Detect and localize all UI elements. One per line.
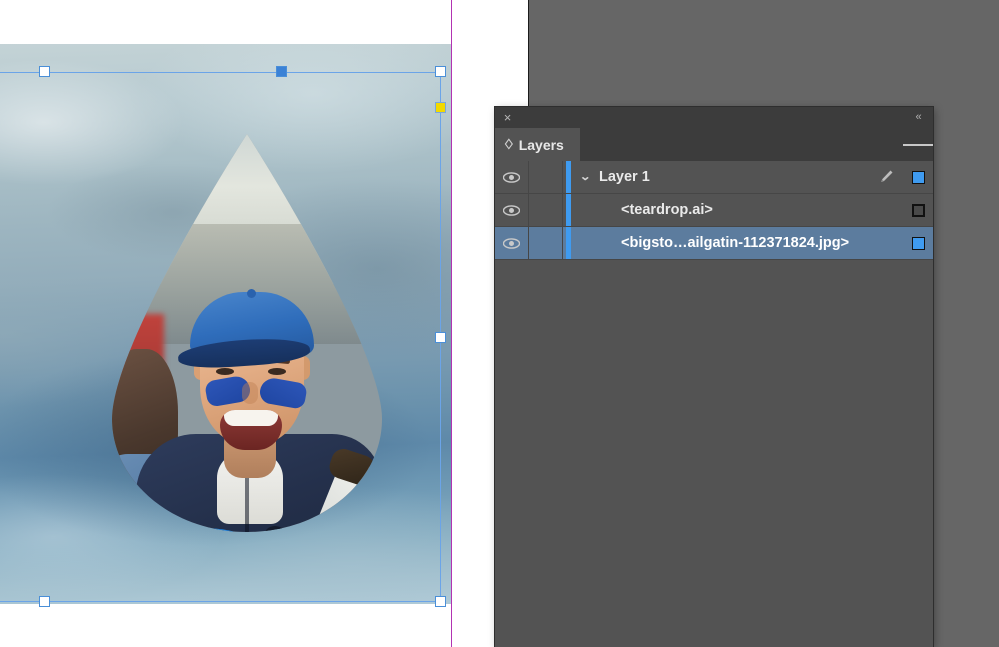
layer-target-button[interactable]	[869, 169, 903, 185]
layer-visibility-toggle[interactable]	[495, 227, 529, 259]
layer-name-label: <bigsto…ailgatin-112371824.jpg>	[621, 235, 850, 251]
scene-mouth	[220, 410, 282, 450]
selection-square-empty	[911, 203, 925, 217]
selection-handle-top-center[interactable]	[276, 66, 287, 77]
table-row[interactable]: ⌄ Layer 1	[495, 161, 933, 194]
artboard-boundary-guide	[451, 0, 452, 647]
hamburger-menu-icon[interactable]	[903, 128, 933, 161]
panel-tab-bar: ◇ Layers	[495, 128, 933, 161]
layer-lock-toggle[interactable]	[529, 161, 563, 193]
layer-visibility-toggle[interactable]	[495, 161, 529, 193]
layer-color-swatch	[563, 161, 573, 193]
scene-eye-left	[216, 368, 234, 375]
collapse-double-chevron-icon[interactable]: «	[910, 110, 926, 125]
layer-name-cell[interactable]: <teardrop.ai>	[573, 202, 869, 218]
tab-layers-label: Layers	[518, 136, 564, 153]
table-row[interactable]: <teardrop.ai>	[495, 194, 933, 227]
chevron-down-icon[interactable]: ⌄	[579, 171, 595, 183]
panel-title-bar: × «	[495, 107, 933, 128]
artboard[interactable]	[0, 0, 452, 647]
selection-square-filled	[911, 236, 925, 250]
scene-cap-button	[247, 289, 256, 298]
layer-list[interactable]: ⌄ Layer 1 <teardrop.ai> <bigsto…ailgatin…	[495, 161, 933, 647]
layer-name-cell[interactable]: <bigsto…ailgatin-112371824.jpg>	[573, 235, 869, 251]
tab-bar-spacer	[580, 128, 903, 161]
layer-visibility-toggle[interactable]	[495, 194, 529, 226]
eye-icon	[503, 237, 520, 249]
eye-icon	[503, 171, 520, 183]
menu-bar-2	[913, 143, 923, 146]
close-icon[interactable]: ×	[500, 110, 515, 125]
scene-teeth	[224, 410, 278, 426]
selection-square-filled	[911, 170, 925, 184]
table-row[interactable]: <bigsto…ailgatin-112371824.jpg>	[495, 227, 933, 260]
layer-selection-indicator[interactable]	[903, 203, 933, 217]
pen-target-icon	[881, 170, 893, 182]
layer-name-label: Layer 1	[599, 169, 650, 185]
layer-color-swatch	[563, 194, 573, 226]
layers-panel[interactable]: × « ◇ Layers ⌄ Layer 1 <teardrop.ai> <bi…	[495, 107, 933, 647]
scene-nose	[242, 382, 258, 404]
layer-name-label: <teardrop.ai>	[621, 202, 713, 218]
selection-handle-bottom-right[interactable]	[435, 596, 446, 607]
dock-diamond-icon: ◇	[505, 136, 513, 152]
layer-selection-indicator[interactable]	[903, 170, 933, 184]
selection-handle-bottom-left[interactable]	[39, 596, 50, 607]
layer-color-swatch	[563, 227, 573, 259]
eye-icon	[503, 204, 520, 216]
menu-bar-3	[923, 143, 933, 146]
layer-lock-toggle[interactable]	[529, 227, 563, 259]
scene-eye-right	[268, 368, 286, 375]
selection-handle-anchor-yellow[interactable]	[435, 102, 446, 113]
screenshot-root: × « ◇ Layers ⌄ Layer 1 <teardrop.ai> <bi…	[0, 0, 999, 647]
layer-name-cell[interactable]: ⌄ Layer 1	[573, 169, 869, 185]
menu-bar-1	[903, 143, 913, 146]
selection-handle-top-left[interactable]	[39, 66, 50, 77]
selection-handle-top-right[interactable]	[435, 66, 446, 77]
tab-layers[interactable]: ◇ Layers	[495, 128, 580, 161]
layer-selection-indicator[interactable]	[903, 236, 933, 250]
selection-handle-middle-right[interactable]	[435, 332, 446, 343]
layer-lock-toggle[interactable]	[529, 194, 563, 226]
